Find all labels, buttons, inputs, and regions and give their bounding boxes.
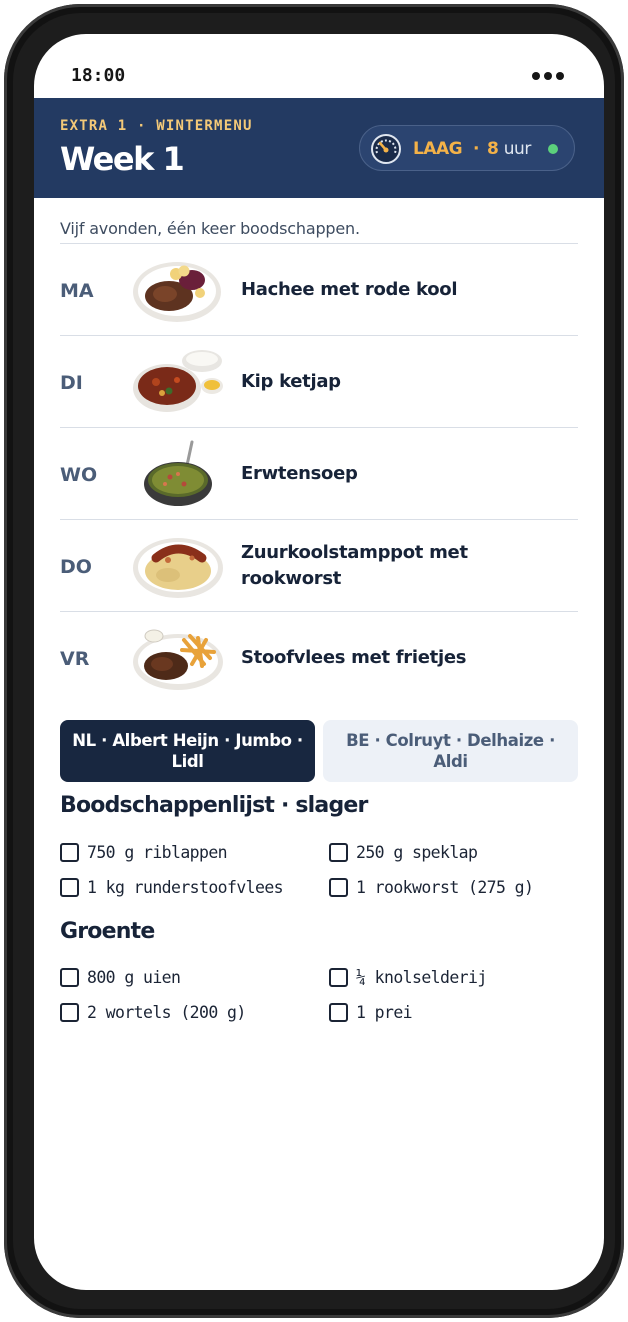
menu-header: EXTRA 1 · WINTERMENU Week 1 LAAG · 8 uur [34, 98, 604, 198]
shopping-item[interactable]: 1 rookworst (275 g) [329, 875, 534, 899]
item-label: 750 g riblappen [87, 842, 228, 862]
section-title-groente: Groente [60, 919, 155, 944]
shopping-item[interactable]: 800 g uien [60, 965, 181, 989]
item-label: 1 kg runderstoofvlees [87, 877, 284, 897]
phone-frame: 18:00 EXTRA 1 · WINTERMENU Week 1 LAAG ·… [4, 4, 624, 1318]
checkbox[interactable] [329, 1002, 348, 1022]
effort-badge[interactable]: LAAG · 8 uur [359, 125, 575, 171]
item-label: ¼ knolselderij [356, 967, 487, 987]
item-label: 1 rookworst (275 g) [356, 877, 534, 897]
shopping-item[interactable]: 250 g speklap [329, 840, 478, 864]
dish-name: Zuurkoolstamppot met rookworst [241, 542, 468, 589]
menu-intro: Vijf avonden, één keer boodschappen. [60, 219, 360, 238]
section-title-slager: Boodschappenlijst · slager [60, 793, 368, 818]
dish-name: Hachee met rode kool [241, 279, 458, 300]
dish-name: Stoofvlees met frietjes [241, 647, 467, 668]
effort-duration: 8 uur [487, 139, 531, 159]
app-screen: 18:00 EXTRA 1 · WINTERMENU Week 1 LAAG ·… [34, 34, 604, 1290]
page-title: Week 1 [60, 140, 185, 178]
menu-row-vr[interactable]: VR Stoofvlees met frietjes [60, 612, 578, 704]
checkbox[interactable] [60, 877, 79, 897]
erwtensoep-pan-image [144, 440, 212, 506]
menu-row-do[interactable]: DO Zuurkoolstamppot met rookworst [60, 520, 578, 612]
checkbox[interactable] [329, 967, 348, 987]
tab-nl-stores[interactable]: NL · Albert Heijn · Jumbo · Lidl [60, 720, 315, 782]
kip-ketjap-bowl-image [133, 350, 223, 412]
gauge-icon [371, 134, 401, 164]
checkbox[interactable] [329, 877, 348, 897]
day-label: VR [60, 648, 90, 670]
menu-eyebrow: EXTRA 1 · WINTERMENU [60, 118, 253, 134]
dish-name: Erwtensoep [241, 463, 358, 484]
day-label: DO [60, 556, 92, 578]
checkbox[interactable] [60, 842, 79, 862]
menu-row-wo[interactable]: WO Erwtensoep [60, 428, 578, 520]
item-label: 1 prei [356, 1002, 413, 1022]
effort-level: LAAG [413, 139, 463, 159]
hachee-plate-image [133, 262, 221, 322]
effort-amount: 8 [487, 139, 499, 159]
zuurkool-plate-image [133, 538, 223, 598]
item-label: 250 g speklap [356, 842, 478, 862]
tab-be-stores[interactable]: BE · Colruyt · Delhaize · Aldi [323, 720, 578, 782]
status-bar: 18:00 [34, 34, 604, 98]
effort-separator: · [473, 139, 480, 159]
stoofvlees-plate-image [133, 629, 223, 690]
shopping-item[interactable]: 1 kg runderstoofvlees [60, 875, 284, 899]
menu-row-ma[interactable]: MA Hachee met rode kool [60, 244, 578, 336]
dish-name: Kip ketjap [241, 371, 341, 392]
shopping-item[interactable]: 2 wortels (200 g) [60, 1000, 246, 1024]
shopping-item[interactable]: 1 prei [329, 1000, 413, 1024]
store-tabs: NL · Albert Heijn · Jumbo · Lidl BE · Co… [60, 720, 578, 782]
checkbox[interactable] [60, 1002, 79, 1022]
checkbox[interactable] [329, 842, 348, 862]
item-label: 800 g uien [87, 967, 181, 987]
day-label: MA [60, 280, 94, 302]
checkbox[interactable] [60, 967, 79, 987]
day-label: DI [60, 372, 83, 394]
status-time: 18:00 [71, 65, 126, 86]
menu-row-di[interactable]: DI Kip ketjap [60, 336, 578, 428]
status-indicator [548, 144, 558, 154]
shopping-item[interactable]: 750 g riblappen [60, 840, 228, 864]
shopping-item[interactable]: ¼ knolselderij [329, 965, 487, 989]
day-label: WO [60, 464, 98, 486]
effort-unit: uur [503, 139, 532, 159]
item-label: 2 wortels (200 g) [87, 1002, 246, 1022]
more-options-icon[interactable] [532, 72, 564, 80]
